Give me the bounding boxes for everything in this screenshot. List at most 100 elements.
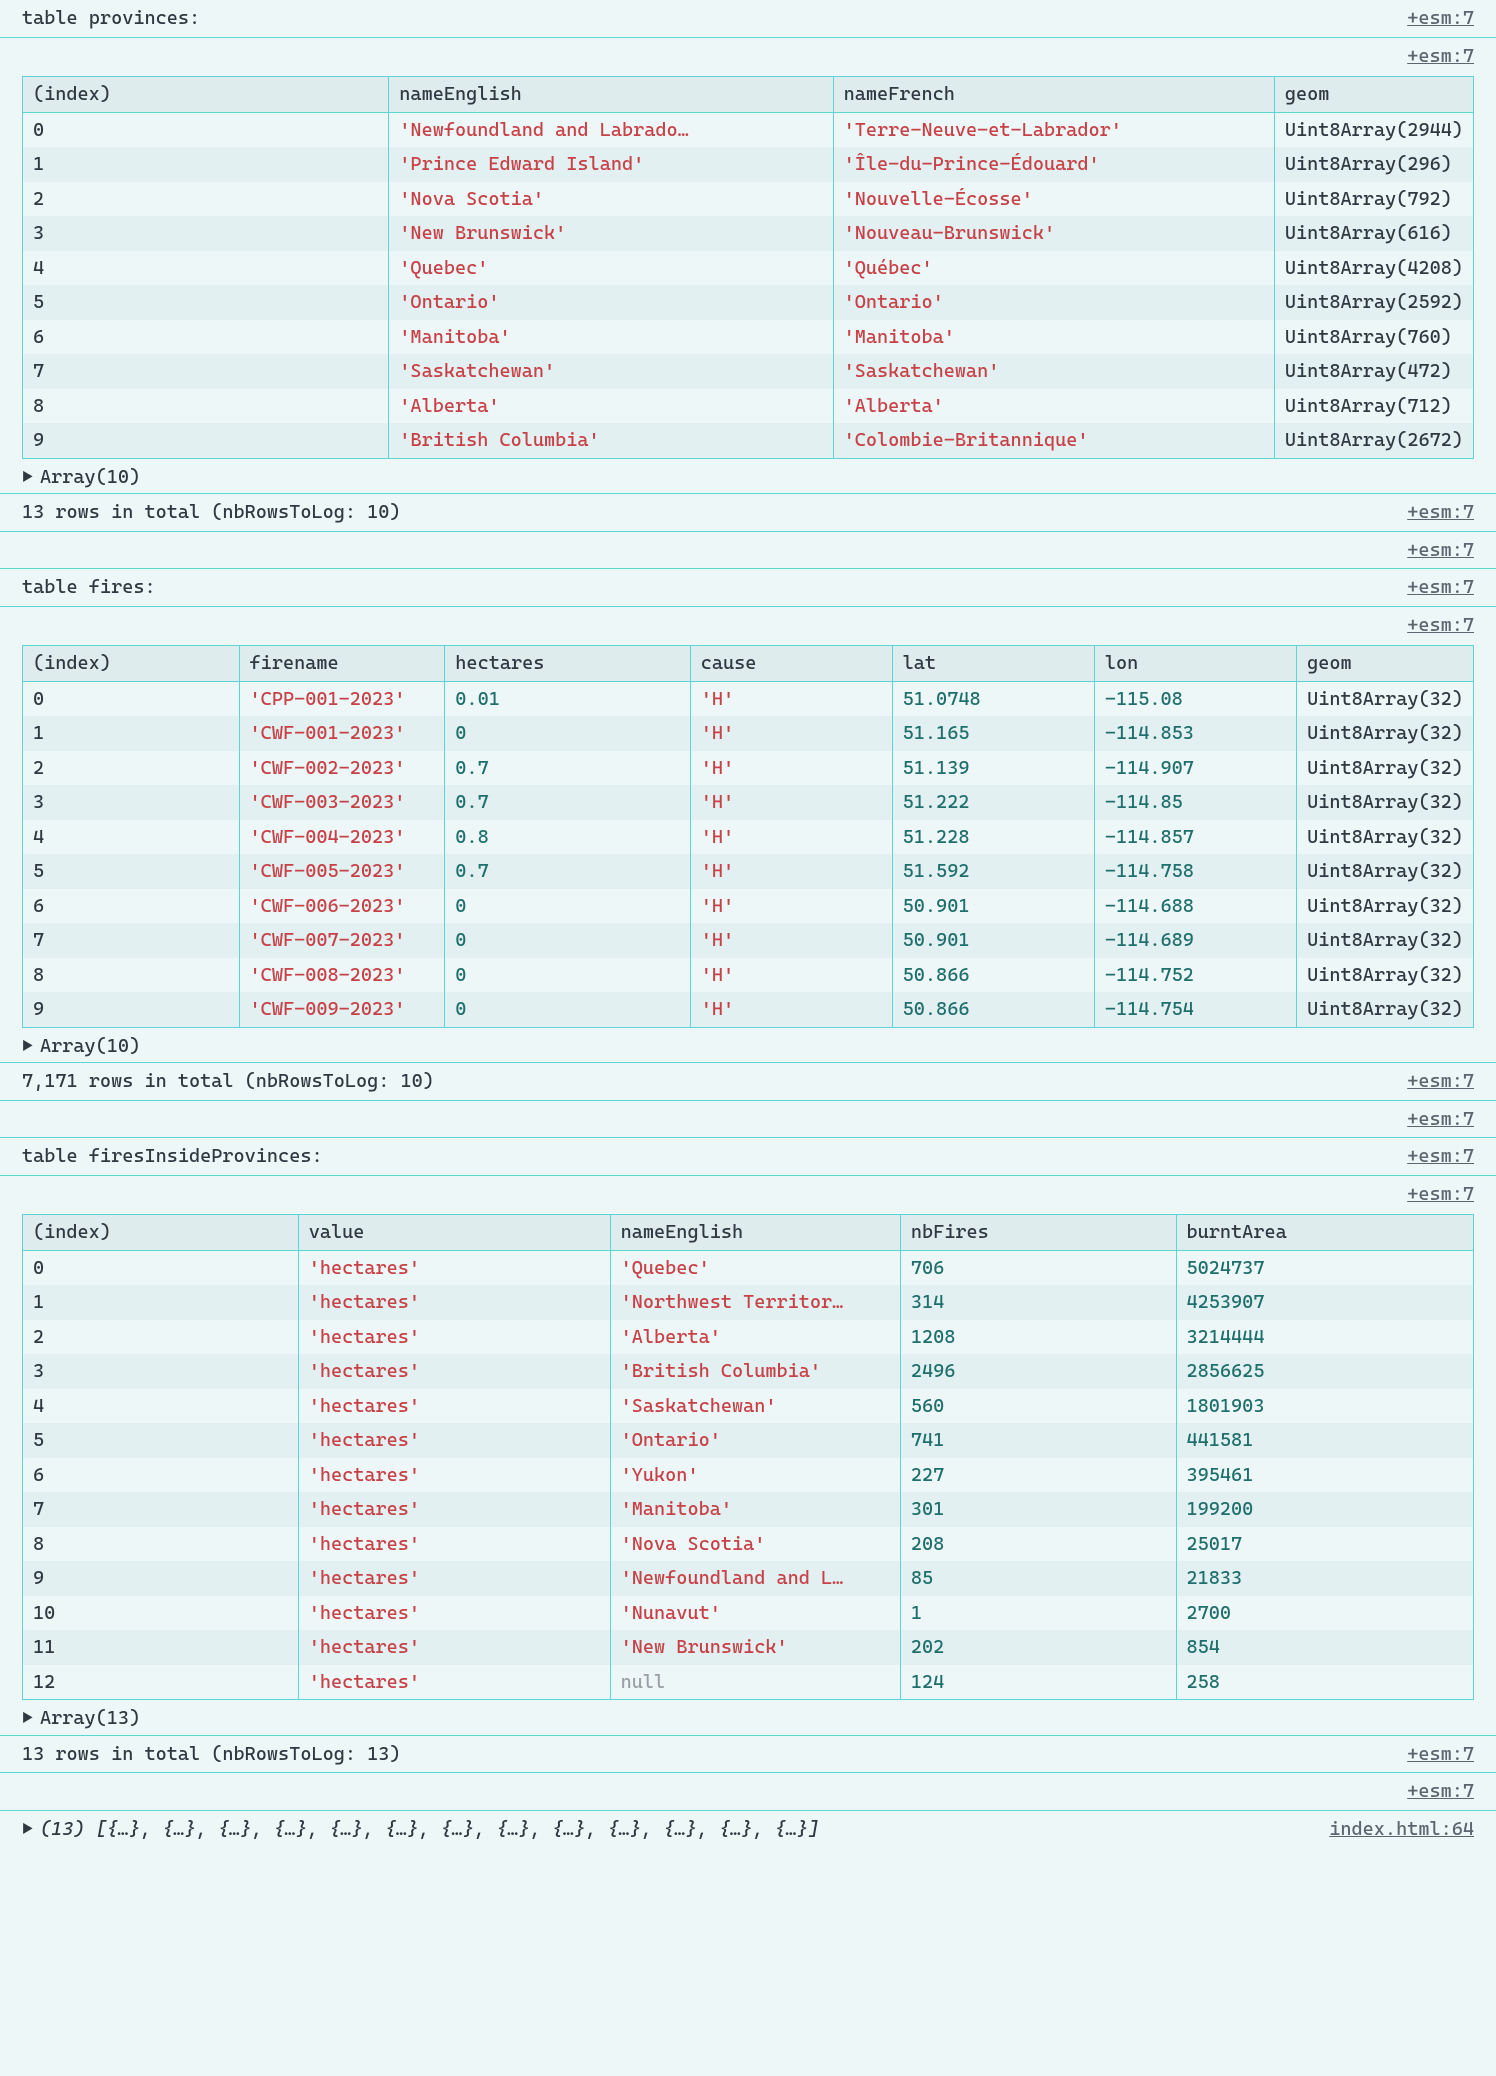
table-cell: 'CWF-002-2023': [239, 751, 445, 786]
table-cell: -114.752: [1094, 958, 1296, 993]
table-cell: 'H': [690, 958, 892, 993]
console-line: +esm:7: [0, 1772, 1496, 1810]
table-cell: 3214444: [1176, 1320, 1473, 1355]
column-header: nameFrench: [833, 77, 1274, 113]
table-cell: 'Ontario': [610, 1423, 900, 1458]
table-cell: 741: [900, 1423, 1176, 1458]
table-cell: 'H': [690, 716, 892, 751]
source-link[interactable]: +esm:7: [1407, 45, 1474, 67]
console-line-text: table firesInsideProvinces:: [22, 1142, 1395, 1171]
table-cell: 'hectares': [298, 1320, 610, 1355]
table-cell: 'Nouveau-Brunswick': [833, 216, 1274, 251]
source-link[interactable]: +esm:7: [1407, 1743, 1474, 1765]
console-line: +esm:7: [0, 606, 1496, 644]
column-header: hectares: [445, 646, 690, 682]
table-cell: 51.228: [892, 820, 1094, 855]
array-disclosure[interactable]: ▶Array(10): [0, 1030, 1496, 1063]
table-cell: 11: [23, 1630, 299, 1665]
table-cell: 'hectares': [298, 1354, 610, 1389]
table-cell: 6: [23, 1458, 299, 1493]
table-cell: 9: [23, 992, 240, 1027]
table-cell: 'Nouvelle-Écosse': [833, 182, 1274, 217]
table-cell: 'Quebec': [389, 251, 833, 286]
data-table: (index)valuenameEnglishnbFiresburntArea0…: [22, 1214, 1474, 1700]
table-cell: 'Nova Scotia': [610, 1527, 900, 1562]
table-cell: 8: [23, 958, 240, 993]
table-row: 7'CWF-007-2023'0'H'50.901-114.689Uint8Ar…: [23, 923, 1474, 958]
table-cell: 3: [23, 785, 240, 820]
table-row: 5'Ontario''Ontario'Uint8Array(2592): [23, 285, 1474, 320]
source-link[interactable]: +esm:7: [1407, 1183, 1474, 1205]
array-disclosure[interactable]: ▶(13) [{…}, {…}, {…}, {…}, {…}, {…}, {…}…: [22, 1815, 1317, 1844]
table-cell: 0: [445, 716, 690, 751]
source-link[interactable]: +esm:7: [1407, 1070, 1474, 1092]
table-cell: 0: [23, 681, 240, 716]
table-row: 12'hectares'null124258: [23, 1665, 1474, 1700]
source-link[interactable]: index.html:64: [1329, 1818, 1474, 1840]
source-link[interactable]: +esm:7: [1407, 576, 1474, 598]
table-cell: 314: [900, 1285, 1176, 1320]
table-row: 1'hectares''Northwest Territor…314425390…: [23, 1285, 1474, 1320]
table-cell: 3: [23, 216, 389, 251]
table-cell: 6: [23, 320, 389, 355]
table-cell: 'hectares': [298, 1665, 610, 1700]
table-row: 2'Nova Scotia''Nouvelle-Écosse'Uint8Arra…: [23, 182, 1474, 217]
table-cell: Uint8Array(616): [1274, 216, 1473, 251]
table-cell: 'hectares': [298, 1423, 610, 1458]
table-cell: 4253907: [1176, 1285, 1473, 1320]
table-cell: 441581: [1176, 1423, 1473, 1458]
source-link[interactable]: +esm:7: [1407, 1780, 1474, 1802]
table-cell: 21833: [1176, 1561, 1473, 1596]
table-cell: 0: [445, 958, 690, 993]
table-cell: 10: [23, 1596, 299, 1631]
table-row: 11'hectares''New Brunswick'202854: [23, 1630, 1474, 1665]
table-cell: 'CWF-008-2023': [239, 958, 445, 993]
table-cell: 'Newfoundland and Labrado…: [389, 112, 833, 147]
console-line: +esm:7: [0, 531, 1496, 569]
table-cell: 8: [23, 1527, 299, 1562]
table-cell: 'H': [690, 854, 892, 889]
table-cell: -115.08: [1094, 681, 1296, 716]
table-row: 2'hectares''Alberta'12083214444: [23, 1320, 1474, 1355]
column-header: nameEnglish: [610, 1215, 900, 1251]
table-cell: 'CWF-001-2023': [239, 716, 445, 751]
table-cell: -114.754: [1094, 992, 1296, 1027]
table-cell: Uint8Array(32): [1297, 820, 1474, 855]
table-cell: Uint8Array(472): [1274, 354, 1473, 389]
console-line: table firesInsideProvinces: +esm:7: [0, 1137, 1496, 1175]
table-cell: 'Quebec': [610, 1250, 900, 1285]
table-cell: 'Prince Edward Island': [389, 147, 833, 182]
table-cell: 'Terre-Neuve-et-Labrador': [833, 112, 1274, 147]
table-row: 6'hectares''Yukon'227395461: [23, 1458, 1474, 1493]
source-link[interactable]: +esm:7: [1407, 614, 1474, 636]
table-cell: 'Nunavut': [610, 1596, 900, 1631]
table-cell: 9: [23, 1561, 299, 1596]
source-link[interactable]: +esm:7: [1407, 501, 1474, 523]
table-cell: 5: [23, 1423, 299, 1458]
table-wrap: (index)firenamehectarescauselatlongeom0'…: [0, 643, 1496, 1030]
array-disclosure[interactable]: ▶Array(13): [0, 1702, 1496, 1735]
table-cell: 5: [23, 285, 389, 320]
table-cell: 'hectares': [298, 1630, 610, 1665]
table-cell: 50.866: [892, 992, 1094, 1027]
table-cell: 'British Columbia': [610, 1354, 900, 1389]
table-cell: Uint8Array(2592): [1274, 285, 1473, 320]
source-link[interactable]: +esm:7: [1407, 1108, 1474, 1130]
table-cell: Uint8Array(32): [1297, 854, 1474, 889]
source-link[interactable]: +esm:7: [1407, 1145, 1474, 1167]
table-cell: -114.853: [1094, 716, 1296, 751]
table-cell: -114.689: [1094, 923, 1296, 958]
table-cell: 'Saskatchewan': [833, 354, 1274, 389]
source-link[interactable]: +esm:7: [1407, 7, 1474, 29]
table-cell: 1: [23, 147, 389, 182]
table-cell: 'Manitoba': [389, 320, 833, 355]
table-cell: -114.907: [1094, 751, 1296, 786]
table-cell: Uint8Array(32): [1297, 889, 1474, 924]
array-disclosure[interactable]: ▶Array(10): [0, 461, 1496, 494]
table-cell: 25017: [1176, 1527, 1473, 1562]
table-row: 6'Manitoba''Manitoba'Uint8Array(760): [23, 320, 1474, 355]
console-line: +esm:7: [0, 37, 1496, 75]
table-cell: 12: [23, 1665, 299, 1700]
column-header: nameEnglish: [389, 77, 833, 113]
source-link[interactable]: +esm:7: [1407, 539, 1474, 561]
